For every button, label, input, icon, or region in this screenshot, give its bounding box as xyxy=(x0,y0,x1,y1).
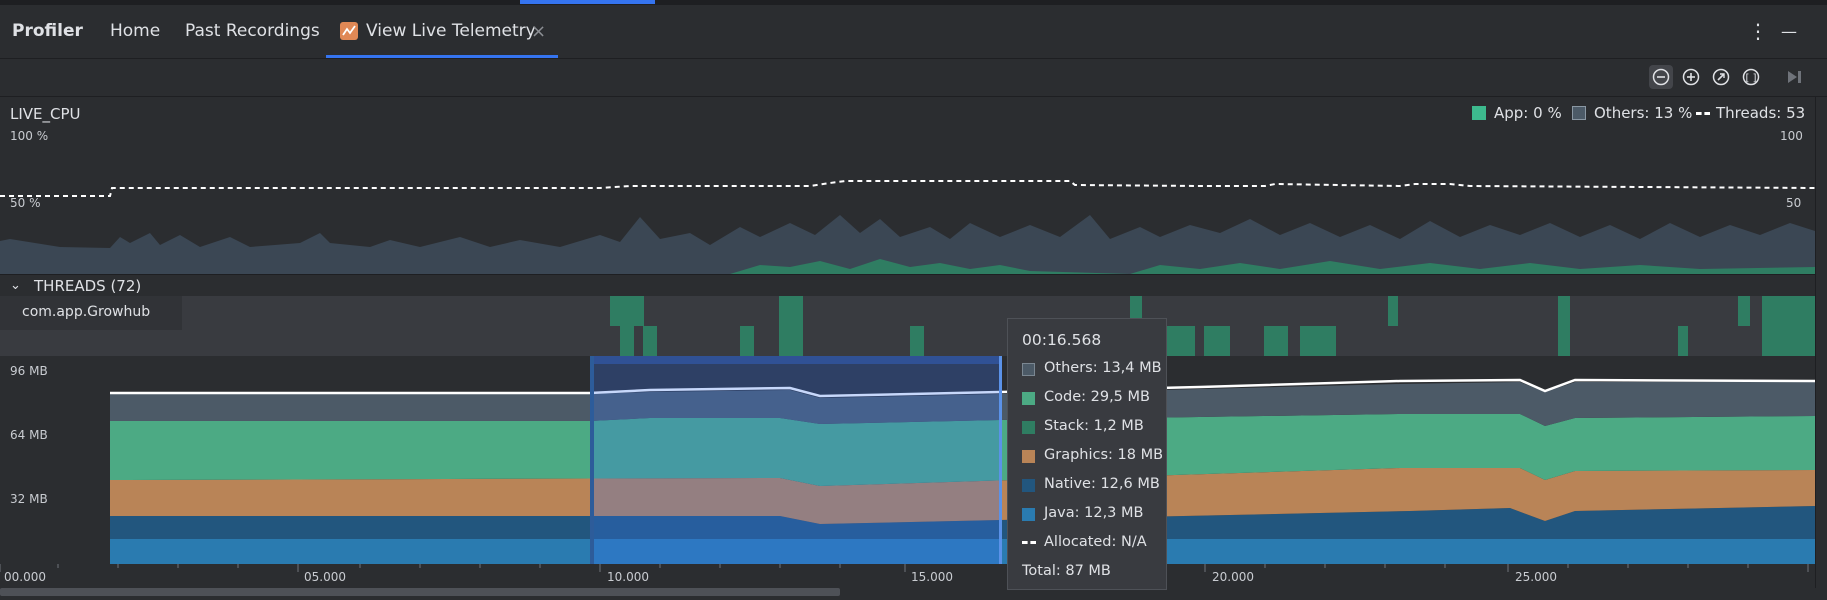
thread-name: com.app.Growhub xyxy=(22,304,151,320)
swatch-allocated xyxy=(1022,541,1036,544)
profiler-toolbar: [ ] xyxy=(0,59,1827,97)
tab-home[interactable]: Home xyxy=(110,5,160,58)
telemetry-chart-icon xyxy=(340,22,358,40)
swatch-stack xyxy=(1022,421,1035,434)
axis-tick-5: 05.000 xyxy=(304,570,346,584)
zoom-out-button[interactable] xyxy=(1649,65,1673,89)
memory-tooltip: 00:16.568 Others: 13,4 MB Code: 29,5 MB … xyxy=(1007,318,1167,590)
close-tab-icon[interactable]: × xyxy=(531,5,546,58)
chevron-down-icon[interactable]: ⌄ xyxy=(10,278,21,293)
threads-title: THREADS (72) xyxy=(34,277,142,295)
threads-header[interactable]: ⌄ THREADS (72) xyxy=(0,274,1815,297)
tooltip-others: Others: 13,4 MB xyxy=(1044,360,1162,376)
axis-tick-25: 25.000 xyxy=(1515,570,1557,584)
more-options-icon[interactable]: ⋮ xyxy=(1748,5,1768,58)
go-live-button[interactable] xyxy=(1782,65,1806,89)
threads-track[interactable] xyxy=(0,296,1815,356)
svg-text:[ ]: [ ] xyxy=(1746,73,1757,84)
cpu-usage-chart xyxy=(0,180,1815,274)
horizontal-scrollbar[interactable] xyxy=(0,588,1827,600)
zoom-to-selection-button[interactable]: [ ] xyxy=(1739,65,1763,89)
memory-panel[interactable]: 96 MB 64 MB 32 MB xyxy=(0,356,1815,564)
axis-tick-0: 00.000 xyxy=(4,570,46,584)
reset-zoom-button[interactable] xyxy=(1709,65,1733,89)
scrollbar-thumb[interactable] xyxy=(0,588,840,596)
tooltip-total: Total: 87 MB xyxy=(1022,563,1111,579)
memory-stacked-chart xyxy=(110,356,1815,564)
active-tab-indicator xyxy=(326,55,558,58)
tooltip-stack: Stack: 1,2 MB xyxy=(1044,418,1144,434)
swatch-code xyxy=(1022,392,1035,405)
axis-tick-15: 15.000 xyxy=(911,570,953,584)
vertical-scrollbar[interactable] xyxy=(1815,97,1827,588)
tab-view-live-telemetry[interactable]: View Live Telemetry xyxy=(366,5,536,58)
axis-tick-10: 10.000 xyxy=(607,570,649,584)
minimize-icon[interactable]: — xyxy=(1781,5,1797,58)
tooltip-code: Code: 29,5 MB xyxy=(1044,389,1150,405)
tab-past-recordings[interactable]: Past Recordings xyxy=(185,5,320,58)
swatch-java xyxy=(1022,508,1035,521)
swatch-others xyxy=(1022,363,1035,376)
zoom-in-button[interactable] xyxy=(1679,65,1703,89)
tooltip-java: Java: 12,3 MB xyxy=(1044,505,1144,521)
tooltip-time: 00:16.568 xyxy=(1022,331,1102,349)
cpu-panel[interactable]: LIVE_CPU 100 % 50 % 100 50 App: 0 % Othe… xyxy=(0,97,1815,274)
tooltip-native: Native: 12,6 MB xyxy=(1044,476,1160,492)
tooltip-allocated: Allocated: N/A xyxy=(1044,534,1147,550)
profiler-title: Profiler xyxy=(12,21,83,41)
thread-activity-bars xyxy=(610,296,1815,356)
swatch-graphics xyxy=(1022,450,1035,463)
thread-row-label[interactable]: com.app.Growhub xyxy=(0,296,182,330)
tooltip-graphics: Graphics: 18 MB xyxy=(1044,447,1164,463)
swatch-native xyxy=(1022,479,1035,492)
tab-bar: Profiler Home Past Recordings View Live … xyxy=(0,5,1827,59)
time-axis: 00.000 05.000 10.000 15.000 20.000 25.00… xyxy=(0,564,1815,588)
axis-tick-20: 20.000 xyxy=(1212,570,1254,584)
